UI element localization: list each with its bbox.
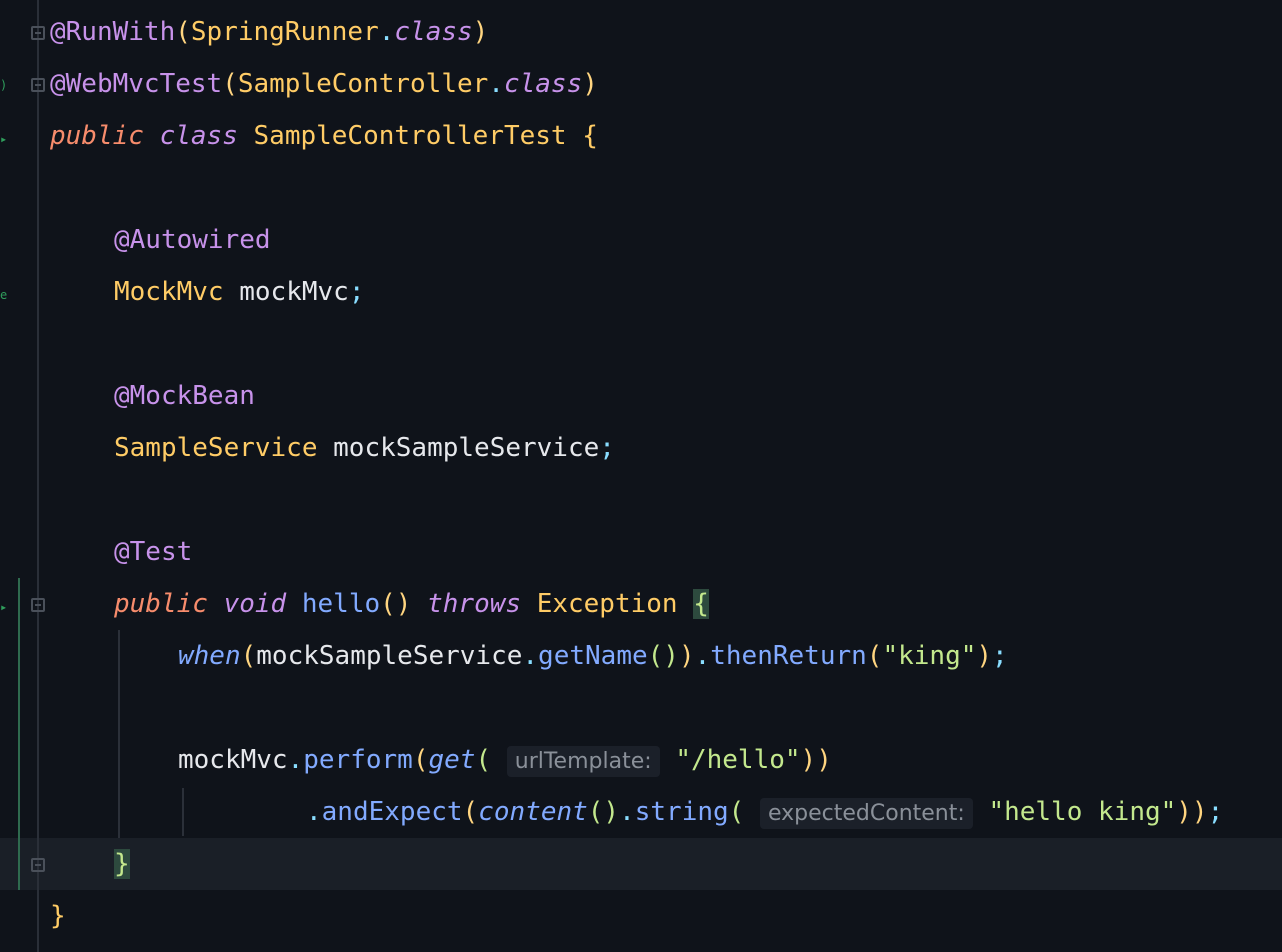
fold-icon[interactable]	[31, 598, 45, 612]
implemented-gutter-icon[interactable]: e	[0, 289, 7, 301]
run-gutter-icon[interactable]: )	[0, 79, 7, 91]
code-line-1[interactable]: @RunWith(SpringRunner.class)	[50, 6, 488, 58]
code-line-17[interactable]: }	[114, 838, 130, 890]
matched-brace: }	[114, 849, 130, 879]
method-scope-bar	[18, 578, 20, 890]
code-line-12[interactable]: public void hello() throws Exception {	[114, 578, 709, 630]
fold-icon[interactable]	[31, 858, 45, 872]
code-line-16[interactable]: .andExpect(content().string( expectedCon…	[306, 786, 1223, 838]
fold-icon[interactable]	[31, 78, 45, 92]
code-line-2[interactable]: @WebMvcTest(SampleController.class)	[50, 58, 598, 110]
class-name: SpringRunner	[190, 17, 379, 47]
current-line-highlight	[0, 838, 1282, 890]
code-line-5[interactable]: @Autowired	[114, 214, 271, 266]
code-editor[interactable]: ) ▸ e ▸ @RunWith(SpringRunner.class) @We…	[0, 0, 1282, 952]
code-line-3[interactable]: public class SampleControllerTest {	[50, 110, 598, 162]
gutter-divider	[37, 0, 39, 952]
annotation: @MockBean	[114, 381, 255, 411]
code-line-6[interactable]: MockMvc mockMvc;	[114, 266, 364, 318]
code-line-13[interactable]: when(mockSampleService.getName()).thenRe…	[178, 630, 1008, 682]
run-gutter-icon[interactable]: ▸	[0, 601, 7, 613]
code-line-15[interactable]: mockMvc.perform(get( urlTemplate: "/hell…	[178, 734, 832, 786]
code-line-11[interactable]: @Test	[114, 526, 192, 578]
parameter-hint: expectedContent:	[759, 798, 973, 829]
annotation: @Test	[114, 537, 193, 567]
annotation: @RunWith	[50, 17, 176, 47]
code-line-8[interactable]: @MockBean	[114, 370, 255, 422]
code-line-18[interactable]: }	[50, 890, 66, 942]
fold-icon[interactable]	[31, 26, 45, 40]
annotation: @Autowired	[114, 225, 271, 255]
annotation: @WebMvcTest	[50, 69, 223, 99]
run-gutter-icon[interactable]: ▸	[0, 133, 7, 145]
class-name: SampleControllerTest	[253, 121, 567, 151]
code-line-9[interactable]: SampleService mockSampleService;	[114, 422, 615, 474]
class-name: SampleController	[237, 69, 489, 99]
parameter-hint: urlTemplate:	[506, 746, 660, 777]
indent-guide	[118, 630, 120, 838]
matched-brace: {	[693, 589, 709, 619]
indent-guide	[182, 788, 184, 836]
method-name: hello	[301, 589, 381, 619]
